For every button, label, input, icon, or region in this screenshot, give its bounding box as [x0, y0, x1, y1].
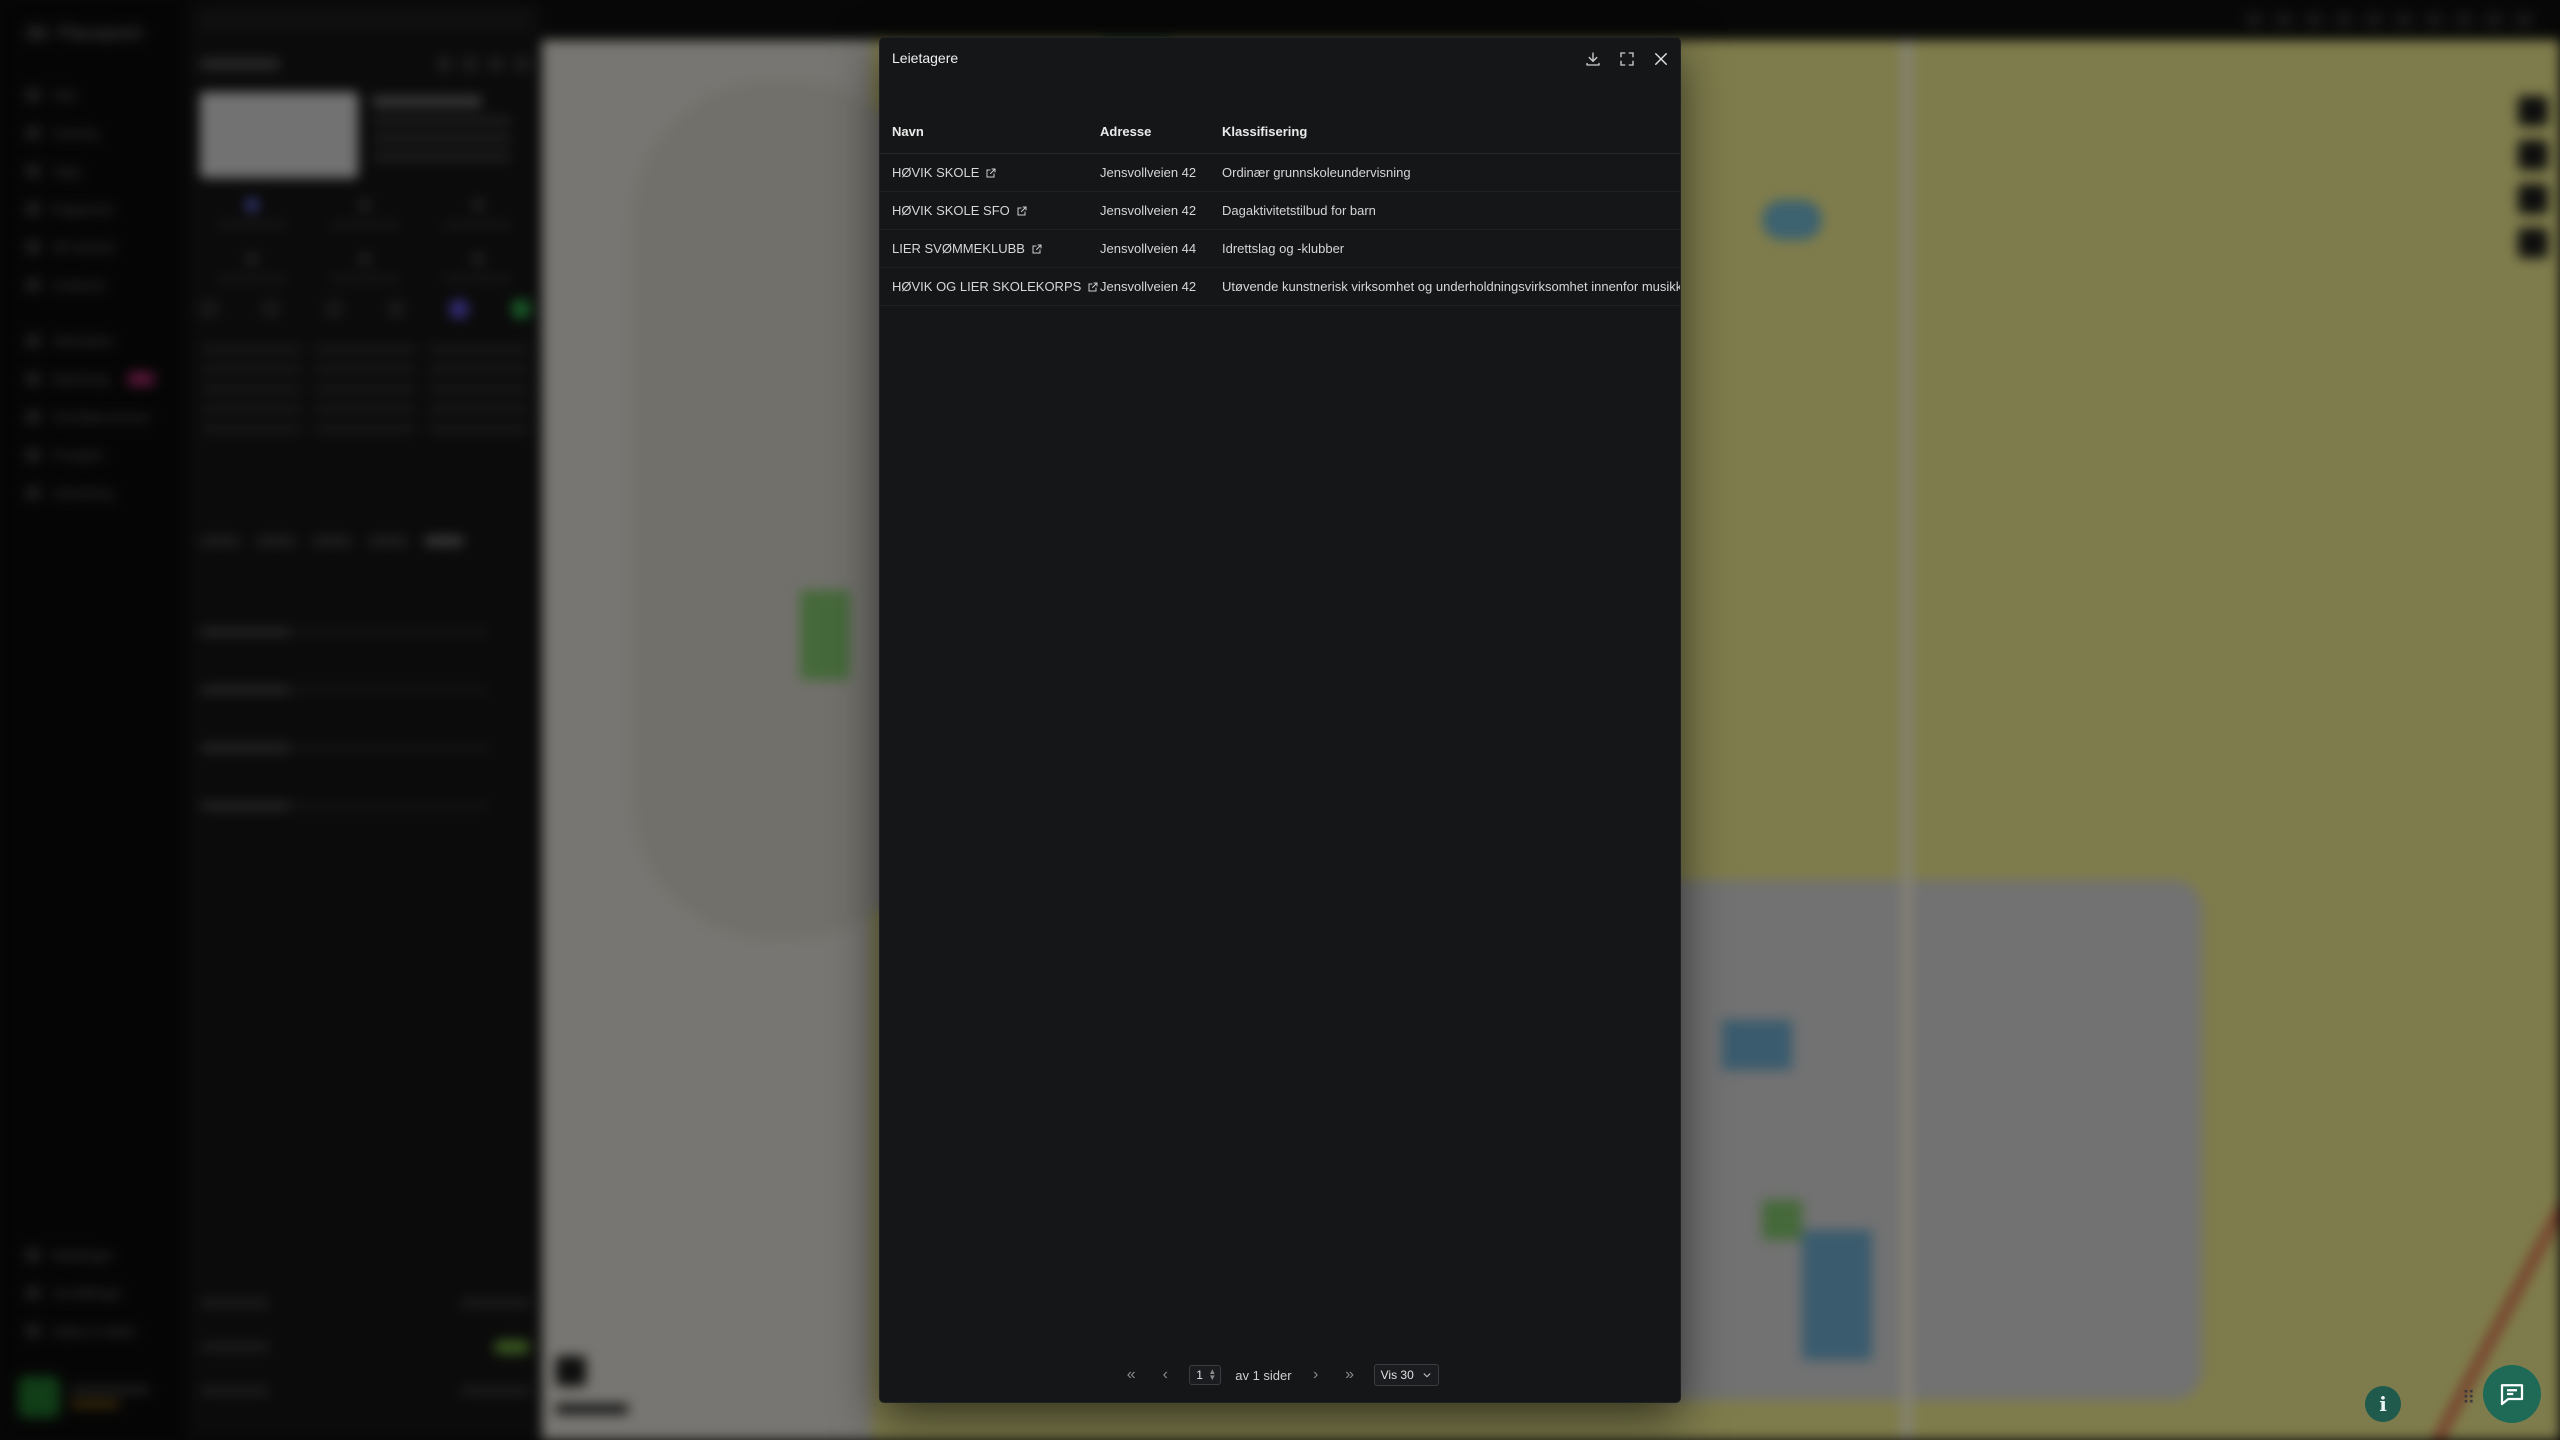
tenants-dialog: Leietagere Navn Adresse Klassifisering H…	[880, 38, 1680, 1402]
fullscreen-icon	[1620, 52, 1634, 66]
dialog-header: Leietagere	[880, 38, 1680, 78]
external-link-icon[interactable]	[985, 167, 997, 179]
column-header-address[interactable]: Adresse	[1100, 124, 1222, 139]
first-page-icon[interactable]: «	[1121, 1365, 1141, 1385]
tenant-link[interactable]: HØVIK SKOLE SFO	[892, 203, 1010, 218]
classification-cell: Idrettslag og -klubber	[1222, 241, 1345, 256]
previous-page-icon[interactable]: ‹	[1155, 1365, 1175, 1385]
classification-cell: Dagaktivitetstilbud for barn	[1222, 203, 1376, 218]
table-row[interactable]: HØVIK SKOLE SFO Jensvollveien 42 Dagakti…	[880, 192, 1680, 230]
column-header-classification[interactable]: Klassifisering	[1222, 124, 1680, 139]
page-size-value: Vis 30	[1380, 1368, 1414, 1382]
close-button[interactable]	[1650, 48, 1672, 70]
pagination: « ‹ 1 ▲ ▼ av 1 sider › » Vis 30	[880, 1360, 1680, 1390]
classification-cell: Ordinær grunnskoleundervisning	[1222, 165, 1411, 180]
chat-icon	[2500, 1384, 2524, 1406]
external-link-icon[interactable]	[1016, 205, 1028, 217]
page-number-input[interactable]: 1 ▲ ▼	[1189, 1365, 1222, 1385]
info-icon[interactable]: i	[2365, 1386, 2401, 1422]
next-page-icon[interactable]: ›	[1306, 1365, 1326, 1385]
external-link-icon[interactable]	[1031, 243, 1043, 255]
column-header-name[interactable]: Navn	[880, 124, 1100, 139]
address-cell: Jensvollveien 42	[1100, 165, 1197, 180]
drag-handle-icon[interactable]: ⠿	[2462, 1388, 2475, 1409]
table-row[interactable]: HØVIK OG LIER SKOLEKORPS Jensvollveien 4…	[880, 268, 1680, 306]
address-cell: Jensvollveien 44	[1100, 241, 1197, 256]
page-count-text: av 1 sider	[1235, 1367, 1292, 1383]
name-cell: LIER SVØMMEKLUBB	[880, 241, 1100, 256]
name-cell: HØVIK SKOLE SFO	[880, 203, 1100, 218]
fullscreen-button[interactable]	[1616, 48, 1638, 70]
download-icon	[1586, 52, 1600, 66]
table-row[interactable]: HØVIK SKOLE Jensvollveien 42 Ordinær gru…	[880, 154, 1680, 192]
tenant-link[interactable]: HØVIK SKOLE	[892, 165, 979, 180]
tenant-link[interactable]: HØVIK OG LIER SKOLEKORPS	[892, 279, 1081, 294]
dialog-actions	[1582, 48, 1672, 70]
external-link-icon[interactable]	[1087, 281, 1099, 293]
tenants-table: Navn Adresse Klassifisering HØVIK SKOLE …	[880, 110, 1680, 306]
page-number-value: 1	[1196, 1368, 1203, 1382]
chevron-down-icon	[1423, 1373, 1431, 1378]
download-button[interactable]	[1582, 48, 1604, 70]
tenant-link[interactable]: LIER SVØMMEKLUBB	[892, 241, 1025, 256]
page-size-select[interactable]: Vis 30	[1373, 1364, 1439, 1386]
table-row[interactable]: LIER SVØMMEKLUBB Jensvollveien 44 Idrett…	[880, 230, 1680, 268]
name-cell: HØVIK OG LIER SKOLEKORPS	[880, 279, 1100, 294]
classification-cell: Utøvende kunstnerisk virksomhet og under…	[1222, 279, 1680, 294]
address-cell: Jensvollveien 42	[1100, 203, 1197, 218]
chat-button[interactable]	[2483, 1365, 2541, 1423]
stepper-icon[interactable]: ▲ ▼	[1208, 1368, 1216, 1382]
table-header-row: Navn Adresse Klassifisering	[880, 110, 1680, 154]
last-page-icon[interactable]: »	[1340, 1365, 1360, 1385]
address-cell: Jensvollveien 42	[1100, 279, 1197, 294]
close-icon	[1655, 53, 1667, 65]
name-cell: HØVIK SKOLE	[880, 165, 1100, 180]
dialog-title: Leietagere	[892, 50, 959, 66]
